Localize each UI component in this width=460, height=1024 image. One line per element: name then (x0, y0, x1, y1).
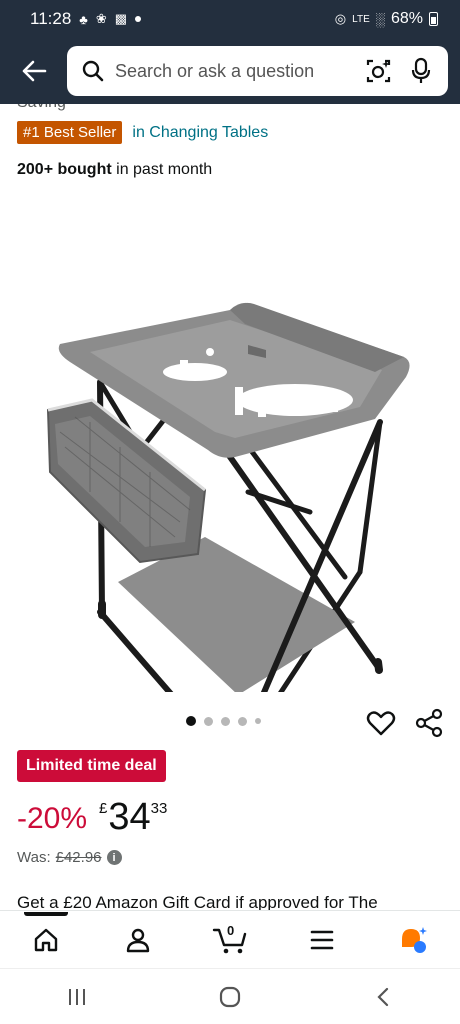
app-notification-icon: ❀ (95, 11, 107, 26)
was-price-row: Was: £42.96 i (17, 849, 122, 866)
recent-apps-icon (68, 988, 85, 1005)
camera-search-button[interactable] (364, 56, 394, 86)
was-label: Was: (17, 849, 51, 866)
product-detail: Saving #1 Best Seller in Changing Tables… (0, 104, 460, 910)
message-icon: ▩ (114, 11, 128, 26)
carousel-dot[interactable] (204, 716, 213, 726)
more-notifications-icon (135, 16, 142, 22)
carousel-dot[interactable] (221, 716, 230, 726)
back-button[interactable] (12, 49, 56, 93)
status-time: 11:28 (30, 9, 72, 28)
price: £ 34 33 (99, 796, 167, 839)
info-icon[interactable]: i (106, 850, 122, 865)
price-currency: £ (99, 800, 108, 817)
nav-cart[interactable]: 0 (200, 914, 260, 966)
carousel-dot[interactable] (255, 718, 261, 724)
status-right: ◎ LTE ░ 68% (335, 10, 438, 28)
was-price: £42.96 (55, 849, 102, 866)
home-icon (34, 928, 58, 951)
home-circle-icon (219, 986, 241, 1007)
rufus-icon (402, 926, 427, 953)
gift-card-promo[interactable]: Get a £20 Amazon Gift Card if approved f… (17, 893, 378, 910)
battery-icon (429, 12, 438, 26)
system-navigation (0, 968, 460, 1024)
image-carousel-dots[interactable] (186, 716, 261, 726)
account-icon (126, 928, 150, 952)
nav-menu[interactable] (292, 914, 352, 966)
bought-count: 200+ bought in past month (17, 161, 212, 179)
limited-time-deal-badge: Limited time deal (17, 750, 166, 782)
bottom-navigation: 0 (0, 910, 460, 968)
bought-count-bold: 200+ bought (17, 161, 112, 178)
search-placeholder: Search or ask a question (115, 60, 315, 81)
add-to-wishlist-button[interactable] (366, 708, 396, 738)
battery-percent: 68% (390, 10, 423, 27)
price-whole: 34 (108, 796, 151, 838)
search-icon (82, 60, 104, 82)
saving-text: Saving (17, 104, 66, 112)
heart-icon (366, 711, 396, 736)
menu-icon (310, 930, 334, 949)
camera-search-icon (366, 59, 391, 83)
discount-percent: -20% (17, 802, 88, 835)
microphone-icon (411, 57, 431, 83)
bought-count-rest: in past month (111, 161, 213, 178)
back-system-button[interactable] (353, 977, 413, 1017)
notification-icon: ♣ (79, 11, 88, 27)
price-fraction: 33 (150, 800, 168, 817)
status-left: 11:28 ♣ ❀ ▩ (30, 9, 142, 29)
carousel-dot[interactable] (186, 716, 196, 726)
recent-apps-button[interactable] (47, 977, 107, 1017)
share-icon (415, 708, 443, 738)
back-arrow-icon (22, 60, 47, 82)
voice-search-button[interactable] (406, 56, 436, 86)
nav-account[interactable] (108, 914, 168, 966)
category-link[interactable]: in Changing Tables (132, 124, 268, 142)
carousel-dot[interactable] (238, 716, 247, 726)
home-button[interactable] (200, 977, 260, 1017)
search-input[interactable]: Search or ask a question (67, 46, 448, 96)
product-image[interactable] (30, 192, 430, 692)
cart-count: 0 (227, 922, 235, 938)
network-type: LTE (352, 13, 370, 25)
nav-rufus[interactable] (384, 914, 444, 966)
badge-row: #1 Best Seller in Changing Tables (17, 121, 268, 144)
share-button[interactable] (413, 707, 445, 739)
status-bar: 11:28 ♣ ❀ ▩ ◎ LTE ░ 68% (0, 0, 460, 38)
search-header: Search or ask a question (0, 38, 460, 104)
best-seller-badge[interactable]: #1 Best Seller (17, 121, 123, 144)
hotspot-icon: ◎ (334, 11, 347, 26)
nav-home[interactable] (16, 911, 76, 966)
chevron-left-icon (377, 987, 389, 1006)
signal-icon: ░ (375, 11, 385, 27)
price-row: -20% £ 34 33 (17, 796, 167, 839)
